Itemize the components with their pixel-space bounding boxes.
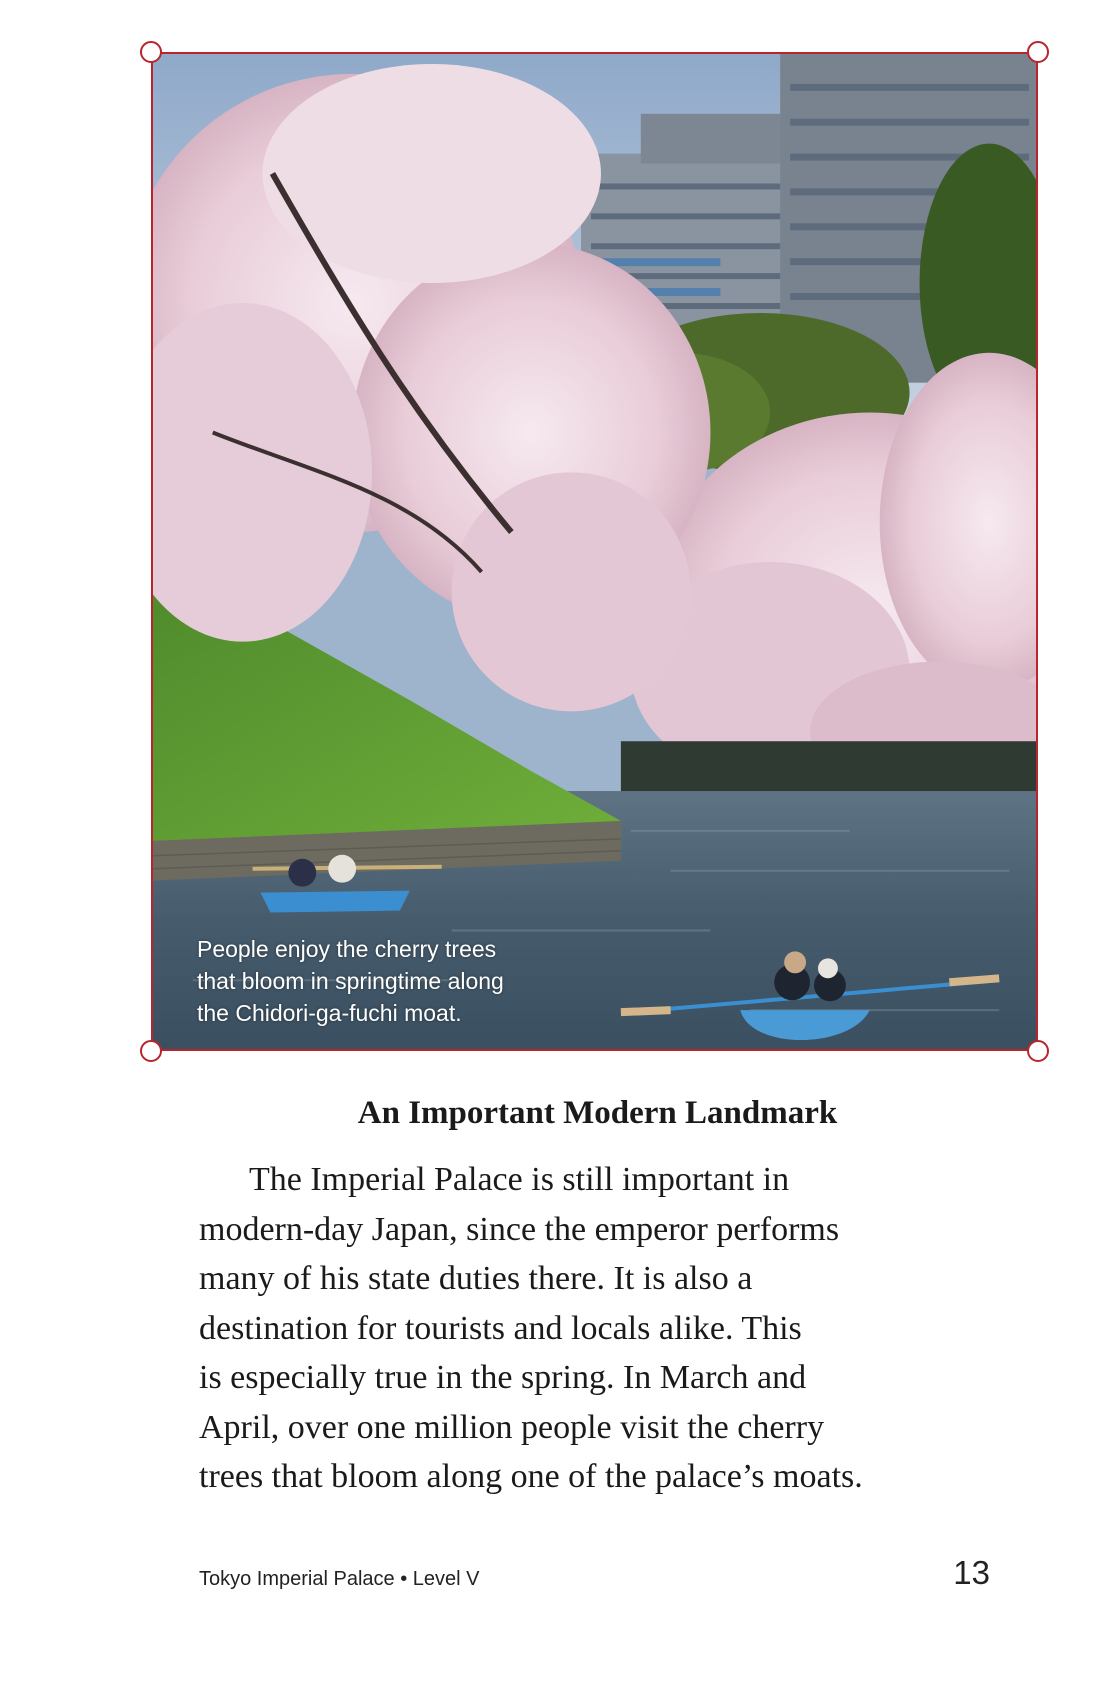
photo-cherry-blossoms-moat xyxy=(151,52,1038,1051)
body-paragraph: The Imperial Palace is still important i… xyxy=(199,1155,999,1502)
caption-line: the Chidori-ga-fuchi moat. xyxy=(197,1000,462,1026)
paragraph-line: modern-day Japan, since the emperor perf… xyxy=(199,1210,840,1248)
caption-line: that bloom in springtime along xyxy=(197,968,504,994)
paragraph-line: The Imperial Palace is still important i… xyxy=(249,1161,790,1198)
paragraph-line: trees that bloom along one of the palace… xyxy=(199,1458,863,1495)
footer-book-title: Tokyo Imperial Palace • Level V xyxy=(199,1568,480,1590)
caption-line: People enjoy the cherry trees xyxy=(197,936,497,962)
frame-corner-top-right xyxy=(1027,41,1049,63)
frame-corner-bottom-left xyxy=(140,1040,162,1062)
paragraph-line: destination for tourists and locals alik… xyxy=(199,1309,802,1347)
photo-scene xyxy=(153,54,1036,1049)
paragraph-line: many of his state duties there. It is al… xyxy=(199,1260,753,1297)
page-number: 13 xyxy=(953,1554,990,1591)
photo-caption: People enjoy the cherry trees that bloom… xyxy=(197,933,557,1029)
frame-corner-top-left xyxy=(140,41,162,63)
paragraph-line: is especially true in the spring. In Mar… xyxy=(199,1359,807,1396)
paragraph-line: April, over one million people visit the… xyxy=(199,1408,825,1446)
frame-corner-bottom-right xyxy=(1027,1040,1049,1062)
section-heading: An Important Modern Landmark xyxy=(357,1095,838,1131)
